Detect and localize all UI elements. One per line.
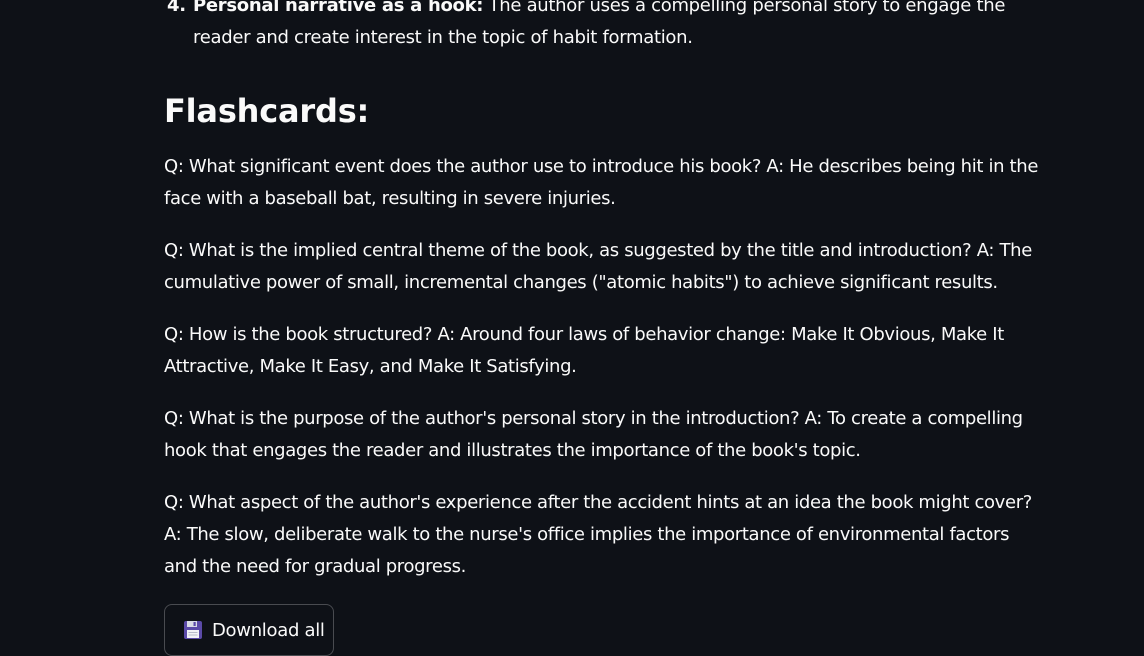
floppy-disk-icon [184, 621, 202, 639]
list-number: 4. [167, 0, 186, 16]
flashcard-3: Q: How is the book structured? A: Around… [164, 324, 1004, 377]
list-body: Personal narrative as a hook: The author… [193, 0, 1044, 54]
flashcard-5: Q: What aspect of the author's experienc… [164, 492, 1032, 577]
list-item-4: 4. Personal narrative as a hook: The aut… [164, 0, 1044, 54]
flashcard-2: Q: What is the implied central theme of … [164, 240, 1032, 293]
download-all-button[interactable]: Download all [164, 604, 334, 656]
flashcard-1: Q: What significant event does the autho… [164, 156, 1039, 209]
flashcards-heading: Flashcards: [164, 92, 370, 130]
download-all-label: Download all [212, 619, 325, 641]
list-bold-label: Personal narrative as a hook: [193, 0, 484, 16]
flashcard-4: Q: What is the purpose of the author's p… [164, 408, 1023, 461]
